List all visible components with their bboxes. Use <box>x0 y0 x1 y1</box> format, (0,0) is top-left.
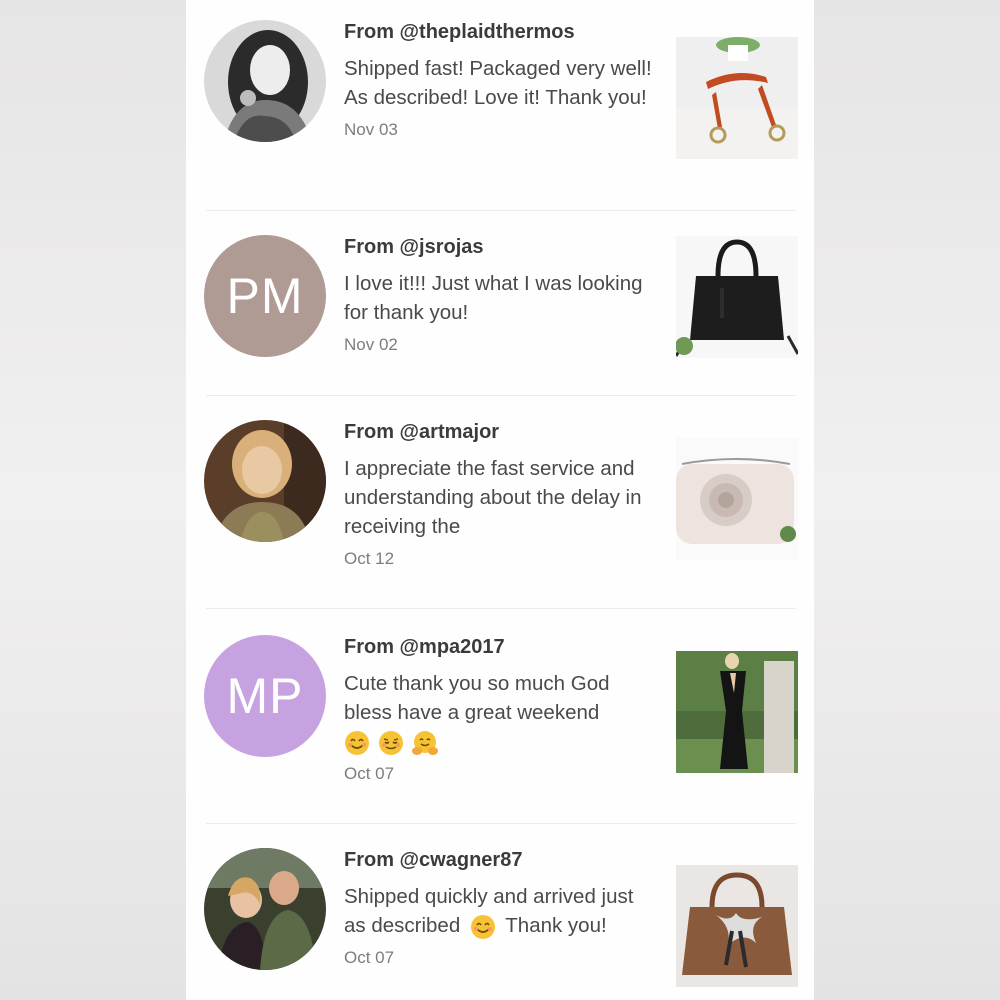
review-message: Shipped quickly and arrived just as desc… <box>344 882 654 940</box>
review-author[interactable]: From @artmajor <box>344 420 654 444</box>
relieved-face-emoji <box>378 730 404 756</box>
review-item[interactable]: MP From @mpa2017 Cute thank you so much … <box>186 609 814 824</box>
black-handbag-photo[interactable] <box>676 236 798 358</box>
user-photo-avatar[interactable] <box>204 420 326 542</box>
review-date: Nov 02 <box>344 335 398 354</box>
review-message: I appreciate the fast service and unders… <box>344 457 642 538</box>
review-message: Cute thank you so much God bless have a … <box>344 669 654 756</box>
review-message: Shipped fast! Packaged very well! As des… <box>344 57 652 109</box>
review-author[interactable]: From @mpa2017 <box>344 635 654 659</box>
review-author[interactable]: From @theplaidthermos <box>344 20 654 44</box>
user-initials-avatar[interactable]: PM <box>204 235 326 357</box>
review-item[interactable]: From @theplaidthermos Shipped fast! Pack… <box>186 0 814 211</box>
review-author[interactable]: From @cwagner87 <box>344 848 654 872</box>
smiling-face-emoji <box>344 730 370 756</box>
hugging-face-emoji <box>412 730 438 756</box>
brown-handbag-photo[interactable] <box>676 865 798 987</box>
smiling-face-emoji <box>470 914 496 940</box>
background-left <box>0 0 186 1000</box>
review-date: Oct 07 <box>344 948 395 967</box>
background-right <box>814 0 1000 1000</box>
review-date: Oct 07 <box>344 764 395 783</box>
review-date: Nov 03 <box>344 120 398 139</box>
black-dress-photo[interactable] <box>676 651 798 773</box>
review-message-text: Cute thank you so much God bless have a … <box>344 672 610 724</box>
review-item[interactable]: From @artmajor I appreciate the fast ser… <box>186 396 814 609</box>
reviews-list: From @theplaidthermos Shipped fast! Pack… <box>186 0 814 1000</box>
rose-clutch-photo[interactable] <box>676 438 798 560</box>
review-item[interactable]: From @cwagner87 Shipped quickly and arri… <box>186 824 814 1000</box>
user-photo-avatar[interactable] <box>204 848 326 970</box>
user-photo-avatar[interactable] <box>204 20 326 142</box>
review-message: I love it!!! Just what I was looking for… <box>344 272 643 324</box>
orange-strap-photo[interactable] <box>676 37 798 159</box>
avatar-initials: MP <box>226 668 304 724</box>
user-initials-avatar[interactable]: MP <box>204 635 326 757</box>
review-item[interactable]: PM From @jsrojas I love it!!! Just what … <box>186 211 814 396</box>
review-date: Oct 12 <box>344 549 395 568</box>
review-message-text-end: Thank you! <box>505 914 607 937</box>
review-author[interactable]: From @jsrojas <box>344 235 654 259</box>
avatar-initials: PM <box>226 268 304 324</box>
